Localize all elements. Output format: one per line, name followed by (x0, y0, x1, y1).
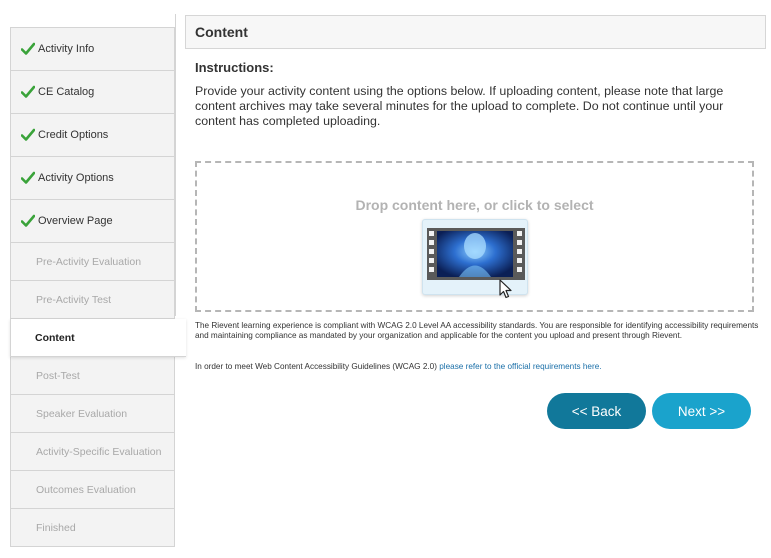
sidebar-divider (175, 14, 176, 316)
mouse-pointer-icon (499, 279, 512, 299)
sidebar-item-speaker-evaluation[interactable]: Speaker Evaluation (10, 395, 175, 433)
page-title: Content (185, 15, 766, 49)
check-icon (21, 42, 35, 55)
sidebar-item-pre-activity-evaluation[interactable]: Pre-Activity Evaluation (10, 243, 175, 281)
wcag-notice-text: In order to meet Web Content Accessibili… (195, 362, 440, 371)
sidebar-item-credit-options[interactable]: Credit Options (10, 114, 175, 157)
sidebar-item-content[interactable]: Content (10, 319, 186, 357)
sidebar-item-outcomes-evaluation[interactable]: Outcomes Evaluation (10, 471, 175, 509)
wcag-notice: In order to meet Web Content Accessibili… (195, 362, 602, 371)
instructions-heading: Instructions: (195, 60, 274, 75)
sidebar-item-activity-specific-evaluation[interactable]: Activity-Specific Evaluation (10, 433, 175, 471)
sidebar-item-label: Overview Page (38, 215, 113, 227)
sidebar-item-label: Finished (36, 521, 76, 534)
content-dropzone[interactable]: Drop content here, or click to select (195, 161, 754, 312)
dropzone-label: Drop content here, or click to select (355, 197, 594, 213)
sidebar-item-label: CE Catalog (38, 86, 95, 98)
sidebar-item-post-test[interactable]: Post-Test (10, 357, 175, 395)
sidebar-item-label: Outcomes Evaluation (36, 483, 136, 496)
sidebar-item-activity-options[interactable]: Activity Options (10, 157, 175, 200)
wizard-sidebar: Activity Info CE Catalog Credit Options … (10, 27, 186, 547)
compliance-notice: The Rievent learning experience is compl… (195, 321, 759, 340)
sidebar-item-label: Pre-Activity Test (36, 293, 112, 306)
check-icon (21, 171, 35, 184)
video-film-icon (427, 228, 525, 280)
check-icon (21, 128, 35, 141)
back-button[interactable]: << Back (547, 393, 646, 429)
sidebar-item-label: Activity Options (38, 172, 114, 184)
wcag-requirements-link[interactable]: please refer to the official requirement… (439, 362, 601, 371)
next-button[interactable]: Next >> (652, 393, 751, 429)
sidebar-item-label: Post-Test (36, 369, 80, 382)
sidebar-item-overview-page[interactable]: Overview Page (10, 200, 175, 243)
sidebar-item-label: Credit Options (38, 129, 109, 141)
sidebar-item-label: Content (35, 331, 75, 344)
check-icon (21, 214, 35, 227)
sidebar-item-activity-info[interactable]: Activity Info (10, 28, 175, 71)
instructions-text: Provide your activity content using the … (195, 84, 724, 128)
check-icon (21, 85, 35, 98)
sidebar-item-pre-activity-test[interactable]: Pre-Activity Test (10, 281, 175, 319)
sidebar-item-label: Activity-Specific Evaluation (36, 445, 162, 458)
sidebar-item-label: Pre-Activity Evaluation (36, 255, 142, 268)
sidebar-item-finished[interactable]: Finished (10, 509, 175, 547)
sidebar-item-label: Activity Info (38, 43, 95, 55)
sidebar-item-ce-catalog[interactable]: CE Catalog (10, 71, 175, 114)
sidebar-item-label: Speaker Evaluation (36, 407, 128, 420)
